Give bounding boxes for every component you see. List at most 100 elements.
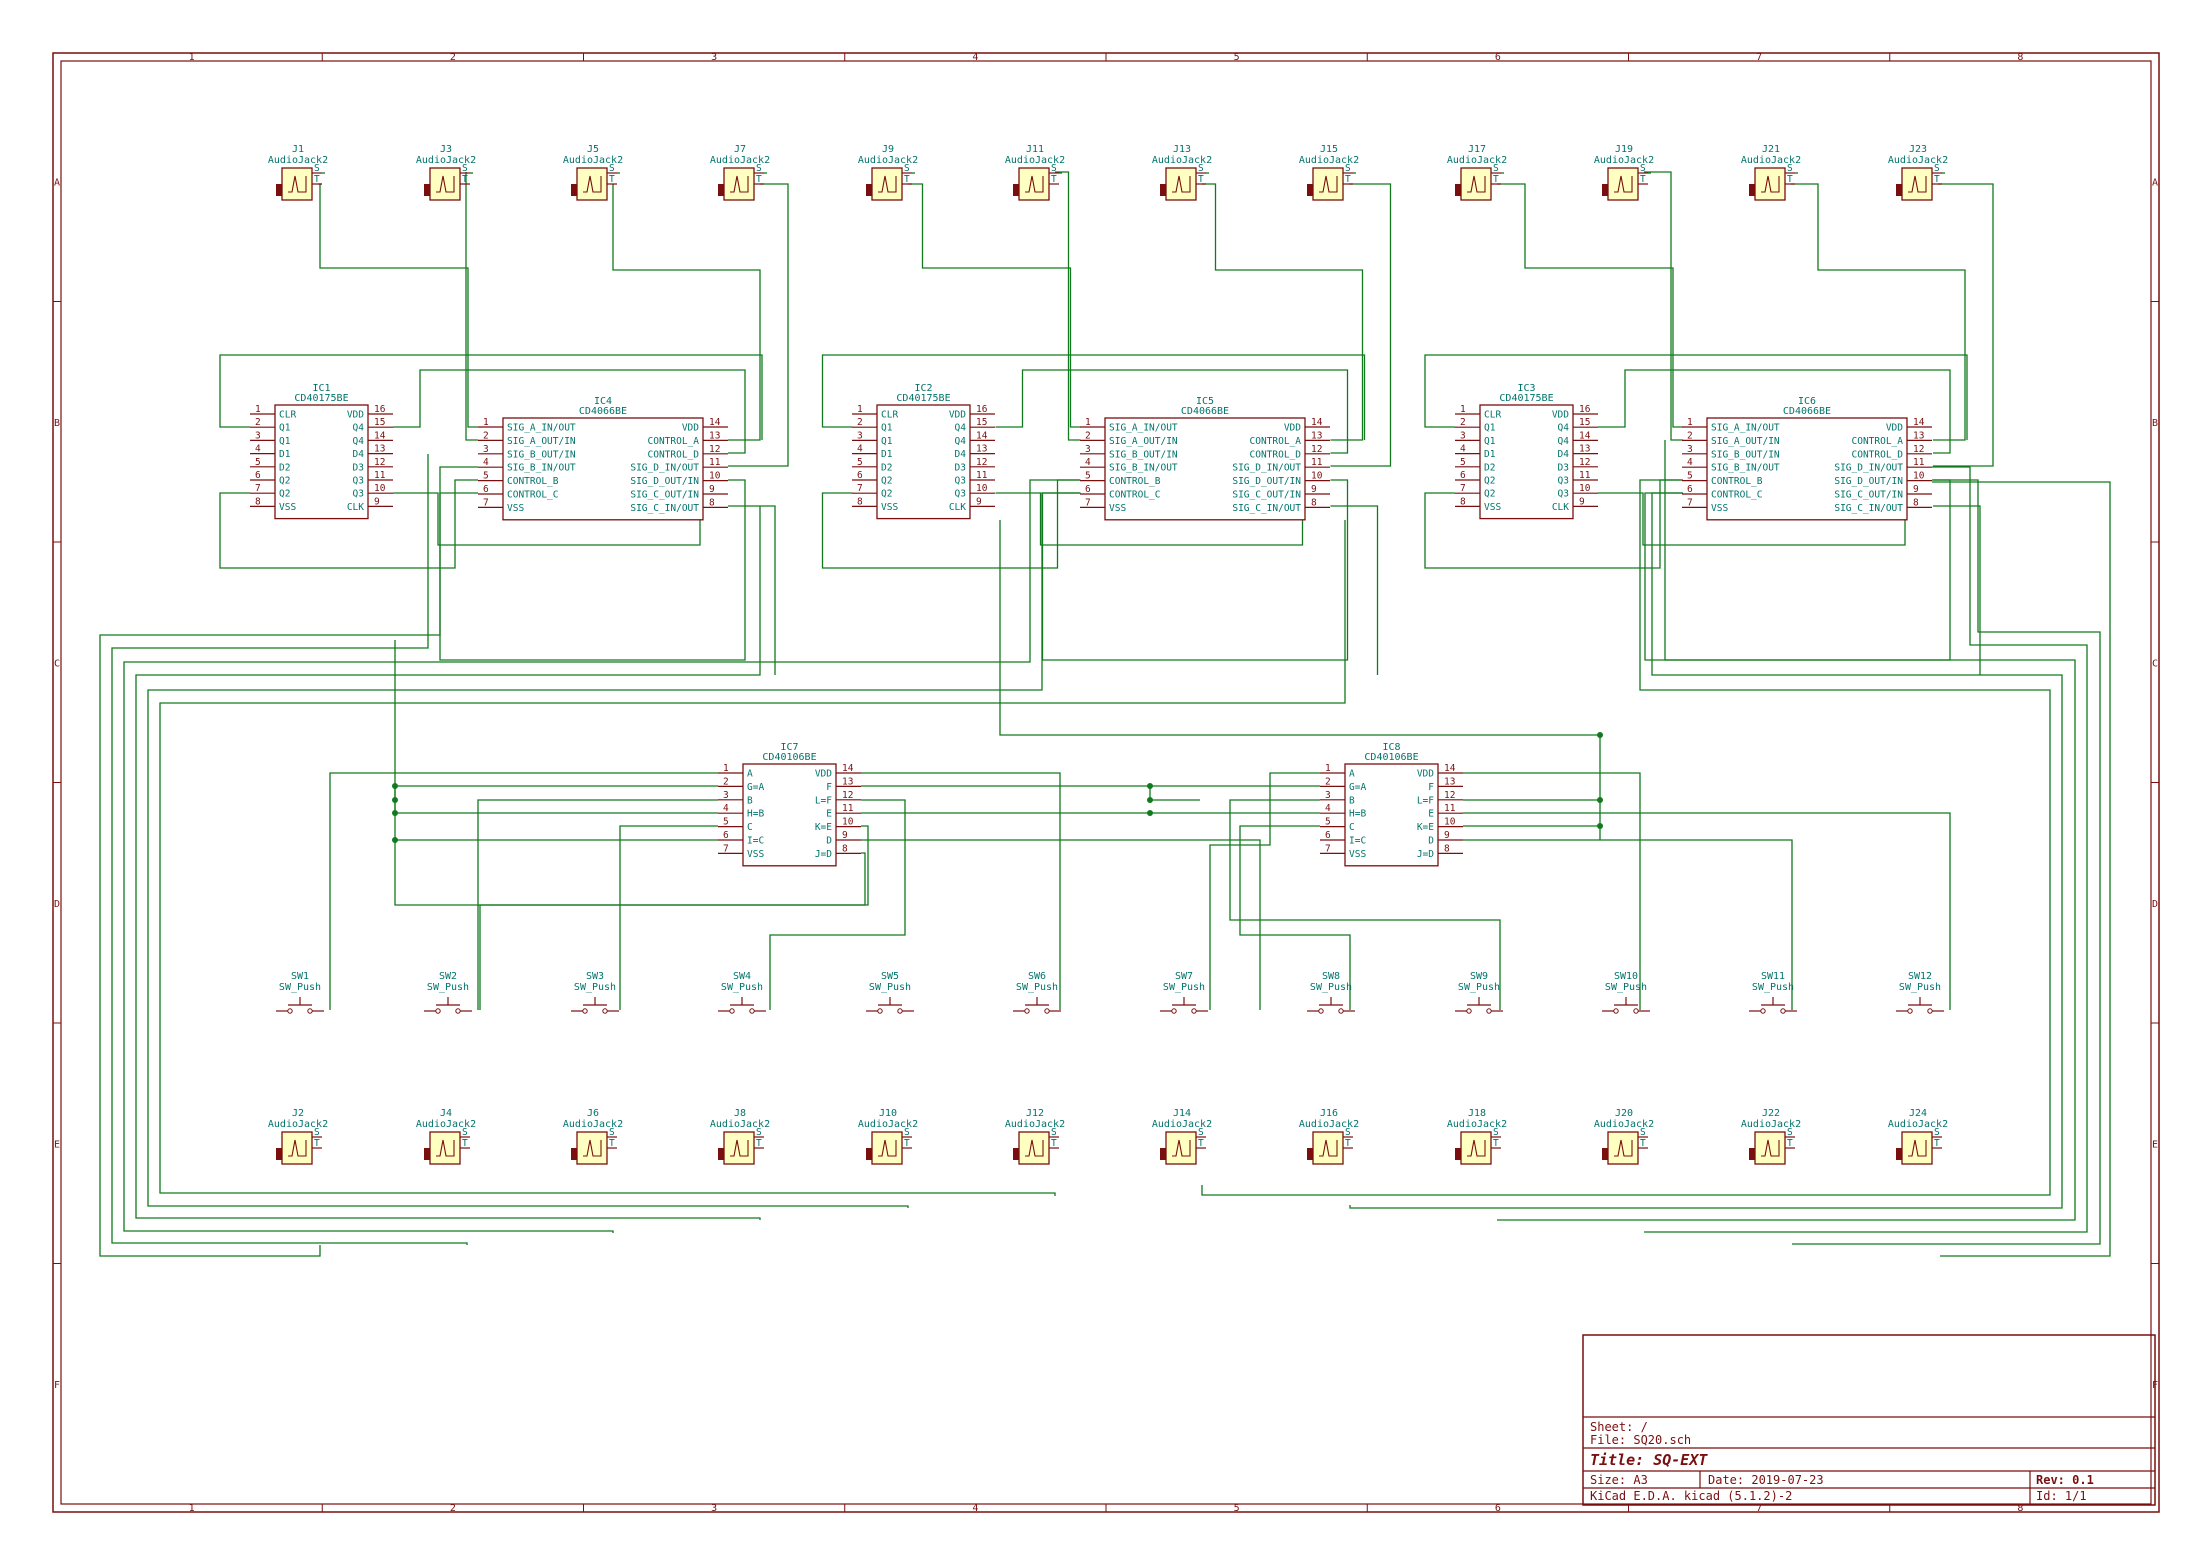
- wire: [1933, 183, 1994, 467]
- pin-number: 12: [374, 457, 385, 468]
- pin-name: K=E: [1417, 822, 1434, 833]
- switch-contact: [307, 1008, 313, 1014]
- switch-value: SW_Push: [1016, 982, 1058, 993]
- switch-contact: [1191, 1008, 1197, 1014]
- pin-number: 5: [1460, 457, 1466, 468]
- pin-number: 13: [842, 776, 853, 787]
- wire: [1932, 481, 2111, 1257]
- audio-jack-j24: J24AudioJack2ST: [1888, 1108, 1948, 1165]
- pin-number: 13: [1444, 776, 1455, 787]
- pin-name: C: [1349, 822, 1355, 833]
- audio-jack-j11: J11AudioJack2ST: [1005, 144, 1065, 201]
- jack-pin-s-label: S: [1198, 1127, 1204, 1138]
- row-label-left: E: [54, 1139, 60, 1150]
- pin-name: SIG_A_IN/OUT: [507, 423, 576, 434]
- pin-name: Q1: [881, 423, 893, 434]
- pin-name: VSS: [747, 849, 764, 860]
- pin-name: Q4: [955, 436, 967, 447]
- row-label-left: F: [54, 1380, 60, 1391]
- switch-reference: SW11: [1761, 971, 1785, 982]
- switch-contact: [877, 1008, 883, 1014]
- pin-number: 3: [483, 444, 489, 455]
- jack-pin-t-label: T: [314, 174, 320, 185]
- pin-number: 8: [1460, 496, 1466, 507]
- pin-number: 11: [976, 470, 988, 481]
- jack-reference: J7: [734, 144, 746, 155]
- pin-number: 12: [976, 457, 987, 468]
- pin-name: SIG_C_OUT/IN: [630, 490, 699, 501]
- wire: [318, 183, 478, 428]
- pin-name: VSS: [1711, 503, 1728, 514]
- ic-value: CD40106BE: [762, 752, 816, 763]
- pin-name: C: [747, 822, 753, 833]
- pin-name: H=B: [747, 809, 764, 820]
- jack-reference: J21: [1762, 144, 1780, 155]
- pin-number: 8: [857, 496, 863, 507]
- pin-number: 2: [1325, 776, 1331, 787]
- col-label-top: 1: [189, 52, 195, 63]
- audio-jack-j10: J10AudioJack2ST: [858, 1108, 918, 1165]
- audio-jack-j6: J6AudioJack2ST: [563, 1108, 623, 1165]
- pin-number: 10: [709, 471, 721, 482]
- jack-pin-s-label: S: [462, 163, 468, 174]
- ic-value: CD4066BE: [1783, 406, 1831, 417]
- pin-number: 4: [1687, 457, 1693, 468]
- audio-jack-j12: J12AudioJack2ST: [1005, 1108, 1065, 1165]
- jack-reference: J19: [1615, 144, 1633, 155]
- pin-name: J=D: [1417, 849, 1434, 860]
- pin-number: 16: [1579, 404, 1591, 415]
- pin-name: SIG_B_IN/OUT: [1109, 463, 1178, 474]
- pin-number: 7: [1687, 497, 1693, 508]
- jack-pin-t-label: T: [1198, 174, 1204, 185]
- pin-name: L=F: [1417, 795, 1434, 806]
- pin-name: Q2: [279, 476, 290, 487]
- pin-number: 9: [1444, 830, 1450, 841]
- row-label-right: A: [2152, 177, 2158, 188]
- pin-number: 10: [1444, 817, 1456, 828]
- jack-reference: J13: [1173, 144, 1191, 155]
- wire: [1330, 183, 1392, 467]
- pin-number: 4: [723, 803, 729, 814]
- pin-name: I=C: [747, 836, 764, 847]
- pin-name: D3: [1558, 462, 1569, 473]
- pin-number: 5: [857, 457, 863, 468]
- jack-pin-s-label: S: [1493, 1127, 1499, 1138]
- switch-reference: SW1: [291, 971, 309, 982]
- switch-contact: [1466, 1008, 1472, 1014]
- pin-name: K=E: [815, 822, 832, 833]
- jack-pin-t-label: T: [1493, 1138, 1499, 1149]
- jack-pin-t-label: T: [1640, 1138, 1646, 1149]
- pin-number: 7: [723, 843, 729, 854]
- pin-name: VDD: [1886, 423, 1903, 434]
- switch-value: SW_Push: [1163, 982, 1205, 993]
- jack-reference: J22: [1762, 1108, 1780, 1119]
- audio-jack-j7: J7AudioJack2ST: [710, 144, 770, 201]
- pin-name: Q4: [1558, 436, 1570, 447]
- pin-name: SIG_C_OUT/IN: [1232, 490, 1301, 501]
- jack-pin-s-label: S: [609, 1127, 615, 1138]
- col-label-bottom: 6: [1495, 1503, 1501, 1514]
- jack-reference: J10: [879, 1108, 897, 1119]
- jack-pin-t-label: T: [1345, 1138, 1351, 1149]
- pin-name: VSS: [1349, 849, 1366, 860]
- pin-number: 3: [723, 790, 729, 801]
- pin-number: 3: [255, 430, 261, 441]
- pin-name: Q3: [353, 476, 364, 487]
- jack-pin-t-label: T: [1787, 1138, 1793, 1149]
- pin-name: Q4: [1558, 423, 1570, 434]
- pin-name: Q3: [955, 489, 966, 500]
- pin-number: 2: [723, 776, 729, 787]
- pin-number: 1: [857, 404, 863, 415]
- jack-pin-s-label: S: [1051, 1127, 1057, 1138]
- pin-number: 1: [1687, 417, 1693, 428]
- jack-reference: J6: [587, 1108, 599, 1119]
- jack-reference: J23: [1909, 144, 1927, 155]
- pin-name: CLR: [881, 410, 898, 421]
- pin-name: Q4: [353, 423, 365, 434]
- pin-number: 11: [1579, 470, 1591, 481]
- jack-reference: J24: [1909, 1108, 1927, 1119]
- row-label-right: C: [2152, 658, 2158, 669]
- jack-pin-t-label: T: [1787, 174, 1793, 185]
- pin-name: CONTROL_B: [1711, 476, 1763, 487]
- pin-number: 3: [1085, 444, 1091, 455]
